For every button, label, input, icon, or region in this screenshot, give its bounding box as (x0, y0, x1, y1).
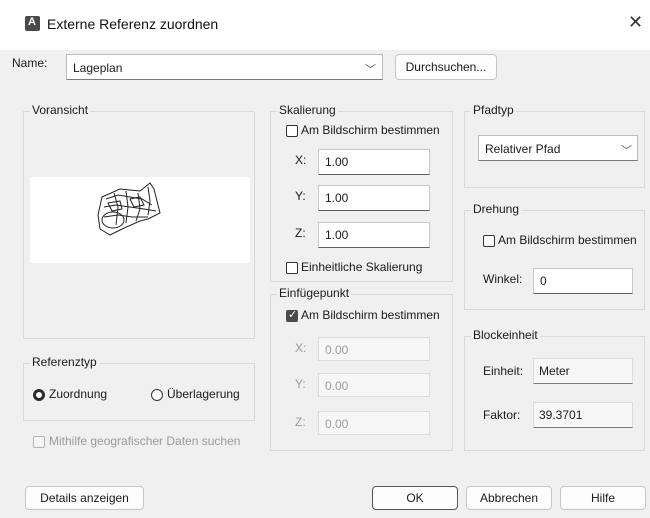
scale-x-input[interactable]: 1.00 (318, 149, 430, 175)
angle-label: Winkel: (483, 272, 523, 286)
help-button[interactable]: Hilfe (560, 486, 646, 510)
scale-x-label: X: (295, 153, 307, 167)
overlay-label[interactable]: Überlagerung (167, 387, 240, 401)
insertion-x-input[interactable]: 0.00 (318, 337, 430, 361)
rotation-group (464, 210, 645, 310)
insertion-z-label: Z: (295, 415, 306, 429)
uniform-scale-checkbox[interactable] (286, 262, 298, 274)
factor-value: 39.3701 (533, 402, 633, 428)
insertion-title: Einfügepunkt (277, 286, 352, 300)
scale-y-input[interactable]: 1.00 (318, 185, 430, 211)
scale-y-label: Y: (295, 189, 306, 203)
name-combobox[interactable]: Lageplan ﹀ (66, 54, 383, 80)
block-unit-group (464, 336, 645, 451)
preview-image (30, 177, 250, 263)
uniform-scale-label[interactable]: Einheitliche Skalierung (301, 260, 422, 274)
rotation-title: Drehung (471, 202, 522, 216)
autocad-icon: A (25, 16, 40, 31)
cancel-button[interactable]: Abbrechen (466, 486, 552, 510)
browse-button[interactable]: Durchsuchen... (395, 54, 497, 80)
attach-radio[interactable] (33, 389, 45, 401)
rotation-onscreen-label[interactable]: Am Bildschirm bestimmen (498, 233, 637, 247)
scale-z-input[interactable]: 1.00 (318, 222, 430, 248)
unit-label: Einheit: (483, 364, 524, 378)
geo-search-label: Mithilfe geografischer Daten suchen (49, 434, 241, 448)
scale-onscreen-checkbox[interactable] (286, 125, 298, 137)
name-value: Lageplan (73, 61, 123, 75)
scale-z-label: Z: (295, 226, 306, 240)
rotation-onscreen-checkbox[interactable] (483, 235, 495, 247)
insertion-onscreen-label[interactable]: Am Bildschirm bestimmen (301, 308, 440, 322)
chevron-down-icon: ﹀ (621, 145, 632, 157)
insertion-onscreen-checkbox[interactable] (286, 308, 298, 322)
angle-input[interactable]: 0 (533, 268, 633, 294)
geo-search-checkbox[interactable] (33, 436, 45, 448)
preview-title: Voransicht (30, 103, 91, 117)
dialog-title: Externe Referenz zuordnen (47, 16, 219, 32)
scale-title: Skalierung (277, 103, 338, 117)
insertion-z-input[interactable]: 0.00 (318, 411, 430, 435)
close-icon[interactable]: ✕ (628, 12, 643, 33)
insertion-x-label: X: (295, 341, 307, 355)
overlay-radio[interactable] (151, 389, 163, 401)
reference-type-title: Referenztyp (30, 355, 99, 369)
ok-button[interactable]: OK (372, 486, 458, 510)
site-plan-thumbnail (97, 182, 161, 236)
path-type-title: Pfadtyp (471, 103, 516, 117)
name-label: Name: (12, 56, 48, 70)
path-type-value: Relativer Pfad (485, 142, 561, 156)
chevron-down-icon: ﹀ (365, 64, 376, 76)
scale-onscreen-label[interactable]: Am Bildschirm bestimmen (301, 123, 440, 137)
path-type-combobox[interactable]: Relativer Pfad ﹀ (478, 135, 638, 161)
attach-label[interactable]: Zuordnung (49, 387, 107, 401)
unit-value: Meter (533, 358, 633, 384)
details-button[interactable]: Details anzeigen (25, 486, 144, 510)
insertion-y-input[interactable]: 0.00 (318, 373, 430, 397)
insertion-y-label: Y: (295, 377, 306, 391)
factor-label: Faktor: (483, 408, 521, 422)
block-unit-title: Blockeinheit (471, 328, 540, 342)
